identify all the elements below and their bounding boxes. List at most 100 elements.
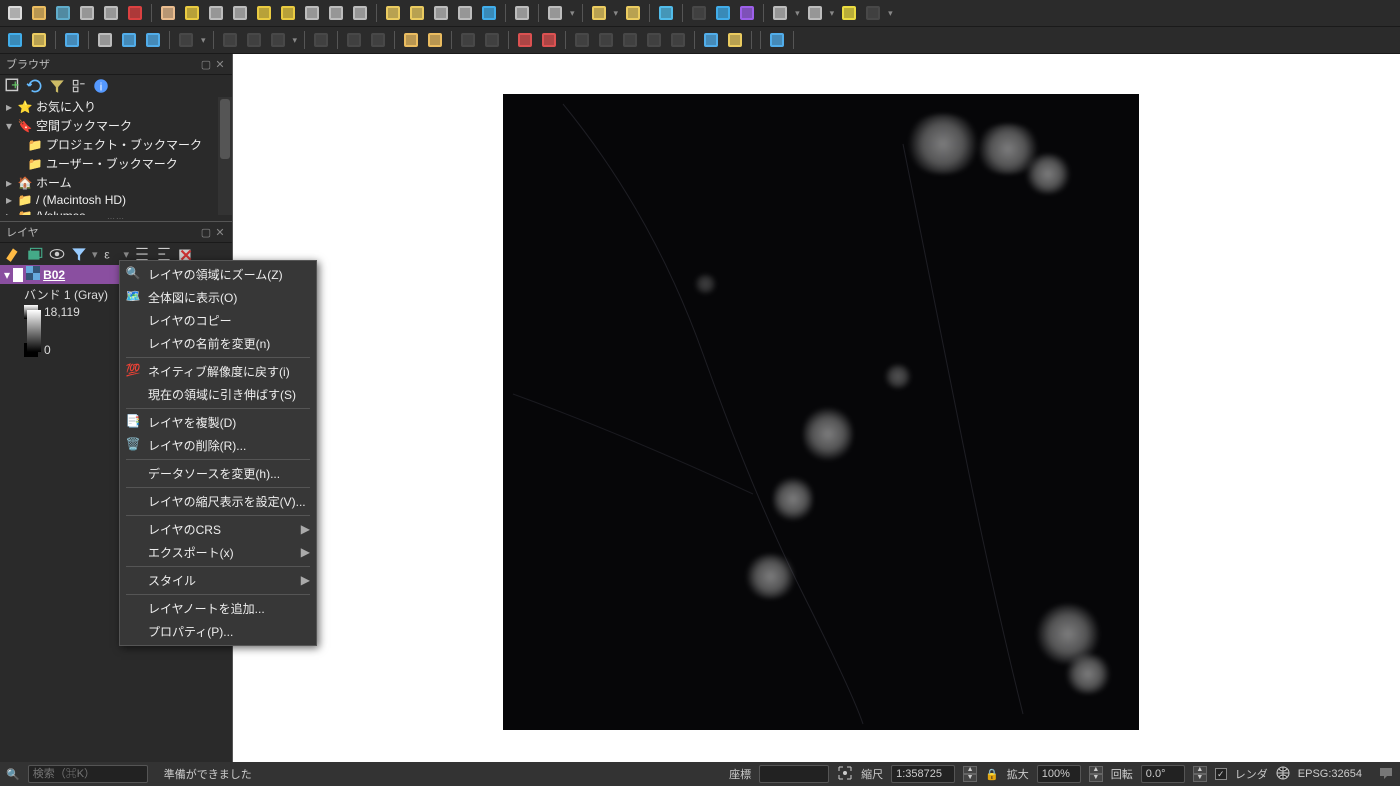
layers-visibility-icon[interactable] [48,245,66,263]
menu-item[interactable]: 🗺️全体図に表示(O) [120,286,316,309]
browser-props-icon[interactable]: i [92,77,110,95]
magnifier-spinner[interactable]: ▲▼ [1089,766,1103,782]
copy-style-button[interactable] [588,2,610,24]
globe-add-button[interactable] [28,29,50,51]
al1-button[interactable] [571,29,593,51]
menu-item[interactable]: 📑レイヤを複製(D) [120,411,316,434]
crs-label[interactable]: EPSG:32654 [1298,768,1362,780]
folder-open-button[interactable] [28,2,50,24]
panel-undock-icon[interactable]: ▢ [200,58,212,70]
tree-arrow-icon[interactable]: ▾ [4,119,14,133]
tree-arrow-icon[interactable]: ▸ [4,193,14,207]
zoom-in-button[interactable] [205,2,227,24]
menu-item[interactable]: レイヤノートを追加... [120,597,316,620]
raster-button[interactable] [118,29,140,51]
menu-item[interactable]: スタイル▶ [120,569,316,592]
browser-item[interactable]: ▸⭐お気に入り [0,97,218,116]
dropdown-arrow-icon[interactable]: ▾ [291,35,300,46]
rotation-input[interactable] [1141,765,1185,783]
tree-arrow-icon[interactable]: ▸ [4,100,14,114]
lock-icon[interactable]: 🔒 [985,768,999,781]
browser-item[interactable]: ▸🏠ホーム [0,173,218,192]
dropdown-arrow-icon[interactable]: ▾ [568,8,577,19]
menu-item[interactable]: データソースを変更(h)... [120,462,316,485]
clock-button[interactable] [454,2,476,24]
dropdown-arrow-icon[interactable]: ▾ [92,248,98,261]
layer-visibility-checkbox[interactable]: ✓ [13,268,23,282]
menu-item[interactable]: 💯ネイティブ解像度に戻す(i) [120,360,316,383]
menu-item[interactable]: エクスポート(x)▶ [120,541,316,564]
zoom-layer-button[interactable] [277,2,299,24]
layers-filter-icon[interactable] [70,245,88,263]
panel-close-icon[interactable]: ✕ [214,226,226,238]
layer-expand-arrow-icon[interactable]: ▾ [4,268,10,282]
browser-item[interactable]: ▾🔖空間ブックマーク [0,116,218,135]
red-dot-button[interactable] [124,2,146,24]
browser-tree[interactable]: ▸⭐お気に入り▾🔖空間ブックマーク📁プロジェクト・ブックマーク📁ユーザー・ブック… [0,97,218,215]
h1-button[interactable] [457,29,479,51]
extents-icon[interactable] [837,765,853,784]
paste-style-button[interactable] [622,2,644,24]
menu-item[interactable]: レイヤの名前を変更(n) [120,332,316,355]
abc1-button[interactable] [514,29,536,51]
save-button[interactable] [52,2,74,24]
hand-button[interactable] [157,2,179,24]
measure-button[interactable] [804,2,826,24]
polygon-button[interactable] [175,29,197,51]
browser-filter-icon[interactable] [48,77,66,95]
layer-cut-button[interactable] [243,29,265,51]
map-canvas[interactable] [233,54,1400,763]
crs-icon[interactable] [1276,766,1290,783]
magnifier-input[interactable] [1037,765,1081,783]
zoom-out-button[interactable] [229,2,251,24]
file-new-button[interactable] [4,2,26,24]
zoom-sel-button[interactable] [253,2,275,24]
help2-button[interactable] [766,29,788,51]
layout-button[interactable] [76,2,98,24]
h2-button[interactable] [481,29,503,51]
messages-icon[interactable] [1378,765,1394,784]
al3-button[interactable] [619,29,641,51]
menu-item[interactable]: レイヤのコピー [120,309,316,332]
tip-button[interactable] [838,2,860,24]
abc2-button[interactable] [538,29,560,51]
dropdown-arrow-icon[interactable]: ▾ [612,8,621,19]
al5-button[interactable] [667,29,689,51]
menu-item[interactable]: プロパティ(P)... [120,620,316,643]
menu-item[interactable]: レイヤのCRS▶ [120,518,316,541]
coord-input[interactable] [759,765,829,783]
menu-item[interactable]: 🗑️レイヤの削除(R)... [120,434,316,457]
zoom-next-button[interactable] [349,2,371,24]
pencil-button[interactable] [61,29,83,51]
table-button[interactable] [769,2,791,24]
python-button[interactable] [724,29,746,51]
dropdown-arrow-icon[interactable]: ▾ [886,8,895,19]
redo-button[interactable] [424,29,446,51]
zoom-native-button[interactable] [301,2,323,24]
vector-button[interactable] [94,29,116,51]
browser-item[interactable]: 📁ユーザー・ブックマーク [0,154,218,173]
rotation-spinner[interactable]: ▲▼ [1193,766,1207,782]
menu-item[interactable]: レイヤの縮尺表示を設定(V)... [120,490,316,513]
panel-close-icon[interactable]: ✕ [214,58,226,70]
help-button[interactable] [862,2,884,24]
map-new-button[interactable] [382,2,404,24]
browser-item[interactable]: 📁プロジェクト・ブックマーク [0,135,218,154]
topo-button[interactable] [700,29,722,51]
zoom-last-button[interactable] [325,2,347,24]
bookmark-button[interactable] [430,2,452,24]
identify-button[interactable] [655,2,677,24]
browser-collapse-icon[interactable] [70,77,88,95]
search-input[interactable] [28,765,148,783]
paste2-button[interactable] [367,29,389,51]
layer-add-button[interactable] [4,29,26,51]
layers-style-icon[interactable] [4,245,22,263]
bookmark-new-button[interactable] [406,2,428,24]
undo-button[interactable] [400,29,422,51]
dropdown-arrow-icon[interactable]: ▾ [124,248,130,261]
plus-zoom-button[interactable] [181,2,203,24]
gear-button[interactable] [712,2,734,24]
dropdown-arrow-icon[interactable]: ▾ [199,35,208,46]
sigma-button[interactable] [736,2,758,24]
render-checkbox[interactable]: ✓ [1215,768,1227,780]
